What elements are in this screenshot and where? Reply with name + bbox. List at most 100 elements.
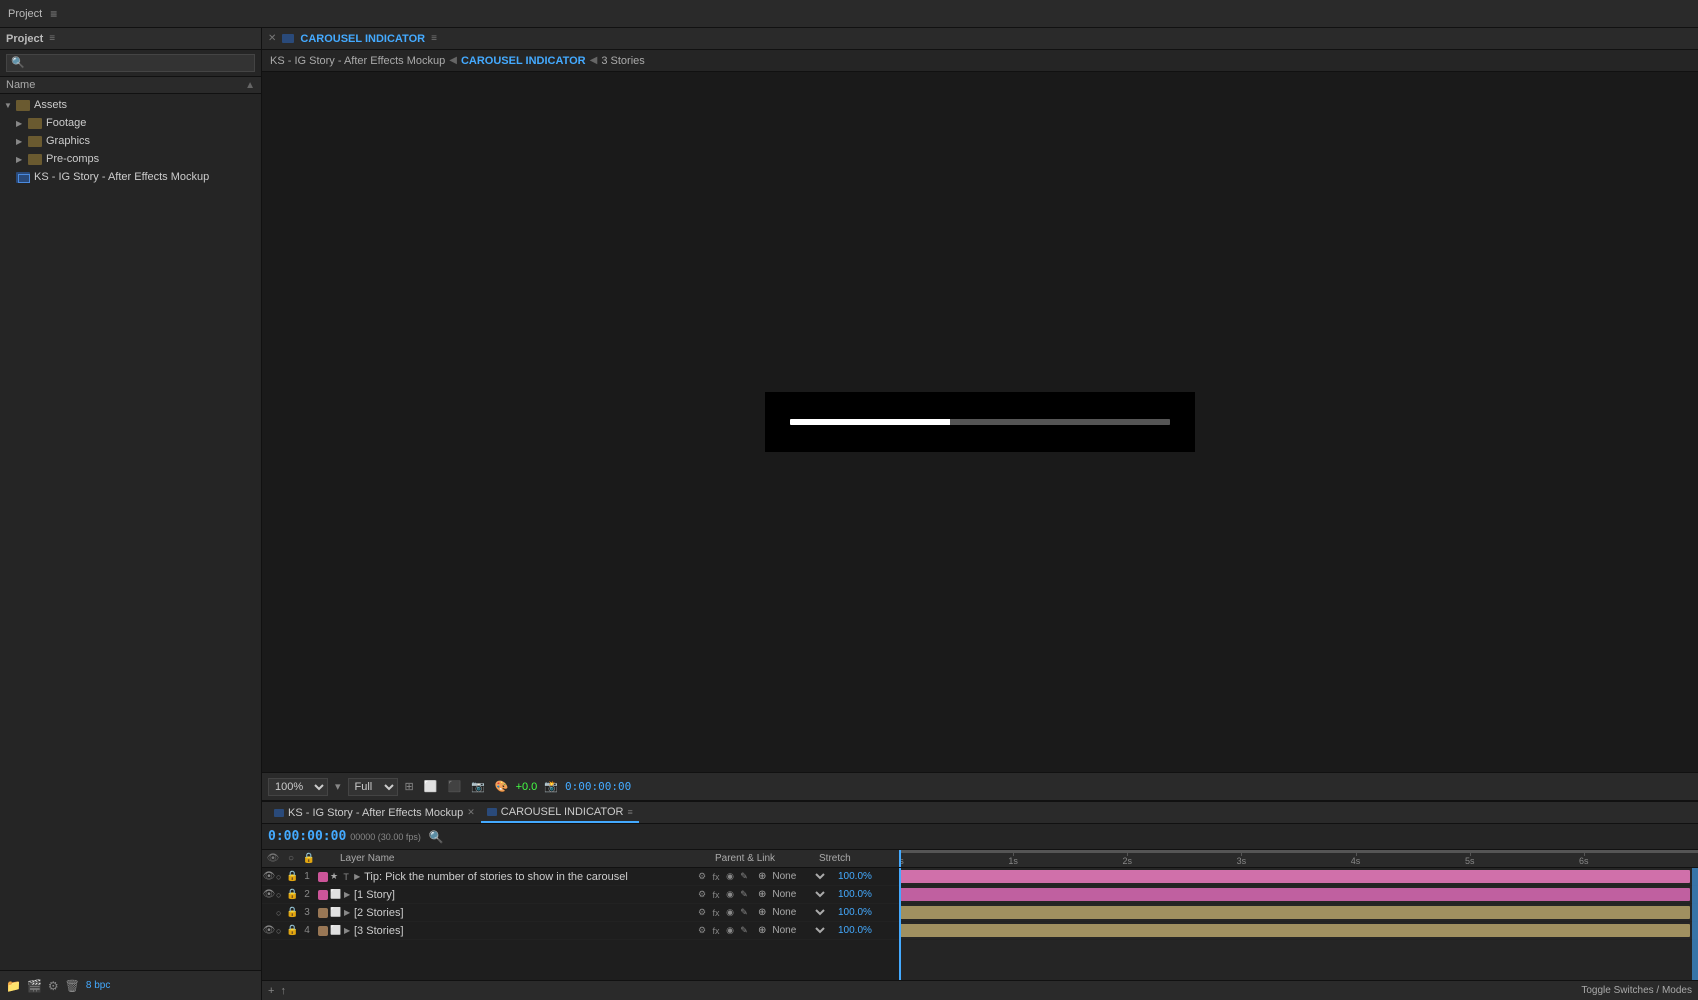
switch-2a[interactable]: ⚙ xyxy=(696,889,708,900)
tab-icon-ks xyxy=(274,809,284,817)
breadcrumb-3stories[interactable]: 3 Stories xyxy=(601,55,644,67)
row-expand-3[interactable]: ▶ xyxy=(344,908,354,917)
new-comp-icon[interactable]: 🎬 xyxy=(27,979,42,993)
tl-ruler[interactable]: 0s 1s 2s 3s 4s 5s 6s xyxy=(899,850,1698,868)
tab-close-ks[interactable]: ✕ xyxy=(467,807,475,818)
switch-4b[interactable]: fx xyxy=(710,926,722,936)
trash-icon[interactable]: 🗑 xyxy=(65,979,80,993)
tree-item-ks-comp[interactable]: KS - IG Story - After Effects Mockup xyxy=(0,168,261,186)
switch-3a[interactable]: ⚙ xyxy=(696,907,708,918)
breadcrumb-ks[interactable]: KS - IG Story - After Effects Mockup xyxy=(270,55,445,67)
tree-item-precomps[interactable]: ▶ Pre-comps xyxy=(0,150,261,168)
tree-label-precomps: Pre-comps xyxy=(46,153,99,165)
parent-select-4[interactable]: None xyxy=(768,924,828,937)
row-solo-3[interactable]: ○ xyxy=(276,908,286,918)
project-panel-header: Project ≡ xyxy=(0,28,261,50)
switch-2b[interactable]: fx xyxy=(710,890,722,900)
switch-1b[interactable]: fx xyxy=(710,872,722,882)
row-solo-2[interactable]: ○ xyxy=(276,890,286,900)
tab-carousel[interactable]: CAROUSEL INDICATOR ≡ xyxy=(481,802,639,823)
toolbar-grid-icon[interactable]: ⊞ xyxy=(402,779,417,794)
settings-icon[interactable]: ⚙ xyxy=(48,979,59,993)
tree-item-footage[interactable]: ▶ Footage xyxy=(0,114,261,132)
switch-4a[interactable]: ⚙ xyxy=(696,925,708,936)
parent-select-3[interactable]: None xyxy=(768,906,828,919)
table-row[interactable]: 👁 ○ 🔒 4 ⬜ ▶ [3 Stories] ⚙ fx ◉ ✎ xyxy=(262,922,899,940)
toolbar-color-icon[interactable]: 🎨 xyxy=(492,779,512,794)
tab-ks-story[interactable]: KS - IG Story - After Effects Mockup ✕ xyxy=(268,802,481,823)
row-parent-4: ⊕ None xyxy=(754,924,834,937)
top-bar: Project ≡ xyxy=(0,0,1698,28)
switch-1c[interactable]: ◉ xyxy=(724,871,736,882)
switch-1a[interactable]: ⚙ xyxy=(696,871,708,882)
row-color-4 xyxy=(318,926,328,936)
tl-playhead xyxy=(899,850,901,867)
switch-1d[interactable]: ✎ xyxy=(738,871,750,882)
comp-tab-close-icon[interactable]: ✕ xyxy=(268,33,276,44)
row-expand-4[interactable]: ▶ xyxy=(344,926,354,935)
row-lock-4[interactable]: 🔒 xyxy=(286,925,298,936)
toolbar-mask-icon[interactable]: ⬜ xyxy=(421,779,441,794)
switch-3d[interactable]: ✎ xyxy=(738,907,750,918)
quality-select[interactable]: Full Half Quarter xyxy=(348,778,398,796)
row-lock-1[interactable]: 🔒 xyxy=(286,871,298,882)
tl-bar-3 xyxy=(899,906,1690,919)
menu-icon[interactable]: ≡ xyxy=(50,7,57,21)
ruler-label-5s: 5s xyxy=(1465,856,1475,866)
col-icon-eye: 👁 xyxy=(266,853,280,864)
switch-2c[interactable]: ◉ xyxy=(724,889,736,900)
parent-select-2[interactable]: None xyxy=(768,888,828,901)
tl-bar-1 xyxy=(899,870,1690,883)
tl-bar-row-3 xyxy=(899,904,1698,922)
row-lock-2[interactable]: 🔒 xyxy=(286,889,298,900)
row-switches-2: ⚙ fx ◉ ✎ xyxy=(696,889,750,900)
switch-4c[interactable]: ◉ xyxy=(724,925,736,936)
file-tree: ▼ Assets ▶ Footage ▶ Graphics ▶ Pre-comp… xyxy=(0,94,261,970)
tl-bar-row-4 xyxy=(899,922,1698,940)
table-row[interactable]: 👁 ○ 🔒 3 ⬜ ▶ [2 Stories] ⚙ fx ◉ ✎ xyxy=(262,904,899,922)
switch-2d[interactable]: ✎ xyxy=(738,889,750,900)
row-eye-2[interactable]: 👁 xyxy=(262,889,276,900)
row-color-1 xyxy=(318,872,328,882)
tree-item-assets[interactable]: ▼ Assets xyxy=(0,96,261,114)
new-folder-icon[interactable]: 📁 xyxy=(6,979,21,993)
breadcrumb-carousel[interactable]: CAROUSEL INDICATOR xyxy=(461,55,586,67)
row-solo-1[interactable]: ○ xyxy=(276,872,286,882)
tl-bar-2 xyxy=(899,888,1690,901)
row-stretch-2: 100.0% xyxy=(834,889,899,900)
tl-bottom-modes-label[interactable]: Toggle Switches / Modes xyxy=(1581,985,1692,996)
tl-layers-header: 👁 ○ 🔒 Layer Name Parent & Link Stretch xyxy=(262,850,899,868)
table-row[interactable]: 👁 ○ 🔒 1 ★ T ▶ Tip: Pick the number of st… xyxy=(262,868,899,886)
toolbar-chevron-zoom[interactable]: ▾ xyxy=(332,779,344,794)
row-expand-1[interactable]: ▶ xyxy=(354,872,364,881)
tl-lift-icon[interactable]: ↑ xyxy=(280,985,286,997)
tl-layers: 👁 ○ 🔒 Layer Name Parent & Link Stretch 👁 xyxy=(262,850,899,980)
tl-add-icon[interactable]: + xyxy=(268,985,274,997)
switch-4d[interactable]: ✎ xyxy=(738,925,750,936)
zoom-select[interactable]: 100% 50% 200% xyxy=(268,778,328,796)
tab-menu-carousel[interactable]: ≡ xyxy=(627,807,632,817)
row-solo-4[interactable]: ○ xyxy=(276,926,286,936)
tl-fps: 00000 (30.00 fps) xyxy=(350,832,421,842)
tl-search-icon[interactable]: 🔍 xyxy=(429,830,444,844)
row-eye-1[interactable]: 👁 xyxy=(262,871,276,882)
row-lock-3[interactable]: 🔒 xyxy=(286,907,298,918)
toolbar-snapshot-icon[interactable]: 📷 xyxy=(468,779,488,794)
toolbar-camera-icon[interactable]: 📸 xyxy=(541,779,561,794)
switch-3b[interactable]: fx xyxy=(710,908,722,918)
toolbar-alpha-icon[interactable]: ⬛ xyxy=(444,779,464,794)
project-panel-menu-icon[interactable]: ≡ xyxy=(49,33,55,44)
row-stretch-1: 100.0% xyxy=(834,871,899,882)
row-expand-2[interactable]: ▶ xyxy=(344,890,354,899)
switch-3c[interactable]: ◉ xyxy=(724,907,736,918)
tree-item-graphics[interactable]: ▶ Graphics xyxy=(0,132,261,150)
row-eye-4[interactable]: 👁 xyxy=(262,925,276,936)
table-row[interactable]: 👁 ○ 🔒 2 ⬜ ▶ [1 Story] ⚙ fx ◉ ✎ xyxy=(262,886,899,904)
row-switches-3: ⚙ fx ◉ ✎ xyxy=(696,907,750,918)
tl-timecode[interactable]: 0:00:00:00 xyxy=(268,829,346,844)
search-input[interactable] xyxy=(6,54,255,72)
ruler-label-1s: 1s xyxy=(1008,856,1018,866)
parent-select-1[interactable]: None xyxy=(768,870,828,883)
comp-tab-menu-icon[interactable]: ≡ xyxy=(431,33,437,44)
tl-bar-row-2 xyxy=(899,886,1698,904)
